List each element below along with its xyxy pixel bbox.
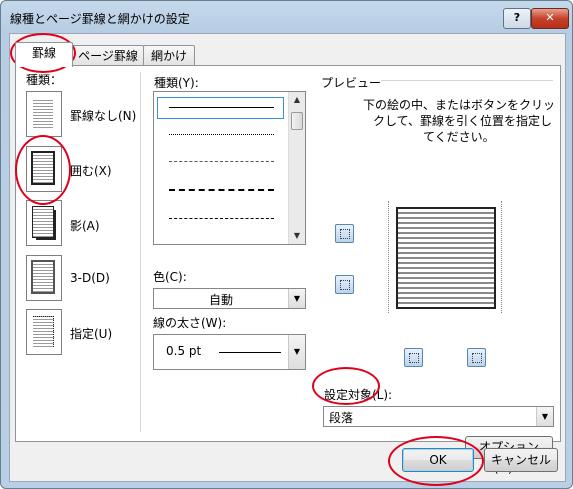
dialog-title: 線種とページ罫線と網かけの設定 [10, 12, 190, 26]
close-button[interactable]: ✕ [531, 8, 569, 29]
setting-none-label[interactable]: 罫線なし(N) [70, 107, 136, 124]
setting-3d-label[interactable]: 3-D(D) [70, 271, 110, 285]
style-scrollbar[interactable]: ▲ ▼ [288, 92, 305, 244]
line-dotted[interactable] [169, 134, 274, 135]
color-label: 色(C): [153, 270, 187, 284]
bottom-border-button[interactable] [335, 275, 354, 294]
preview-rule [381, 80, 553, 81]
right-border-button[interactable] [467, 348, 486, 367]
setting-box-label[interactable]: 囲む(X) [70, 162, 112, 179]
preview-area[interactable] [388, 201, 502, 313]
divider [140, 72, 141, 432]
help-button[interactable]: ? [503, 8, 531, 29]
preview-instruction-1: 下の絵の中、またはボタンをクリッ [363, 98, 556, 112]
ok-button[interactable]: OK [402, 448, 474, 472]
line-style-list[interactable]: ▲ ▼ [153, 91, 306, 245]
box-border-icon[interactable] [26, 146, 62, 192]
chevron-down-icon[interactable]: ▼ [288, 289, 305, 308]
line-dashed[interactable] [169, 189, 274, 191]
tab-borders[interactable]: 罫線 [15, 42, 73, 67]
apply-to-value: 段落 [329, 411, 354, 425]
line-solid[interactable] [169, 107, 274, 108]
chevron-down-icon[interactable]: ▼ [536, 407, 553, 426]
scroll-thumb[interactable] [291, 112, 303, 130]
cancel-button[interactable]: キャンセル [484, 448, 558, 472]
preview-paragraph[interactable] [396, 207, 496, 309]
preview-heading: プレビュー [321, 76, 382, 90]
width-sample-line [219, 352, 281, 353]
top-border-button[interactable] [335, 224, 354, 243]
preview-instruction-3: てください。 [423, 130, 495, 144]
line-dashed-fine[interactable] [169, 161, 274, 162]
apply-to-select[interactable]: 段落 ▼ [323, 406, 554, 427]
color-select[interactable]: 自動 ▼ [153, 288, 306, 309]
dialog-window: 線種とページ罫線と網かけの設定 ? ✕ 罫線 ページ罫線 網かけ 種類： 罫線な… [0, 0, 573, 489]
no-border-icon[interactable] [26, 91, 62, 137]
preview-instruction-2: クして、罫線を引く位置を指定し [373, 114, 553, 128]
setting-shadow-label[interactable]: 影(A) [70, 217, 100, 234]
shadow-border-icon[interactable] [26, 200, 62, 246]
tab-shading[interactable]: 網かけ [143, 45, 195, 67]
left-border-button[interactable] [404, 348, 423, 367]
width-value: 0.5 pt [166, 344, 202, 358]
scroll-up-icon[interactable]: ▲ [289, 92, 305, 108]
line-dash-dot[interactable] [169, 218, 274, 219]
setting-heading: 種類： [26, 73, 63, 87]
dialog-client: 罫線 ページ罫線 網かけ 種類： 罫線なし(N) 囲む(X) 影(A) 3-D(… [9, 33, 566, 482]
custom-border-icon[interactable] [26, 309, 62, 355]
3d-border-icon[interactable] [26, 255, 62, 301]
title-bar: 線種とページ罫線と網かけの設定 ? ✕ [1, 1, 572, 33]
scroll-down-icon[interactable]: ▼ [289, 228, 305, 244]
tab-page-borders[interactable]: ページ罫線 [72, 45, 144, 67]
chevron-down-icon[interactable]: ▼ [288, 335, 305, 369]
selected-style [157, 97, 284, 119]
setting-custom-label[interactable]: 指定(U) [70, 325, 112, 342]
width-select[interactable]: 0.5 pt ▼ [153, 334, 306, 370]
color-value: 自動 [209, 293, 234, 307]
width-label: 線の太さ(W): [153, 316, 227, 330]
style-heading: 種類(Y): [154, 76, 199, 90]
tab-panel: 種類： 罫線なし(N) 囲む(X) 影(A) 3-D(D) 指定(U) 種類(Y… [15, 65, 561, 475]
apply-to-label: 設定対象(L): [324, 388, 393, 402]
